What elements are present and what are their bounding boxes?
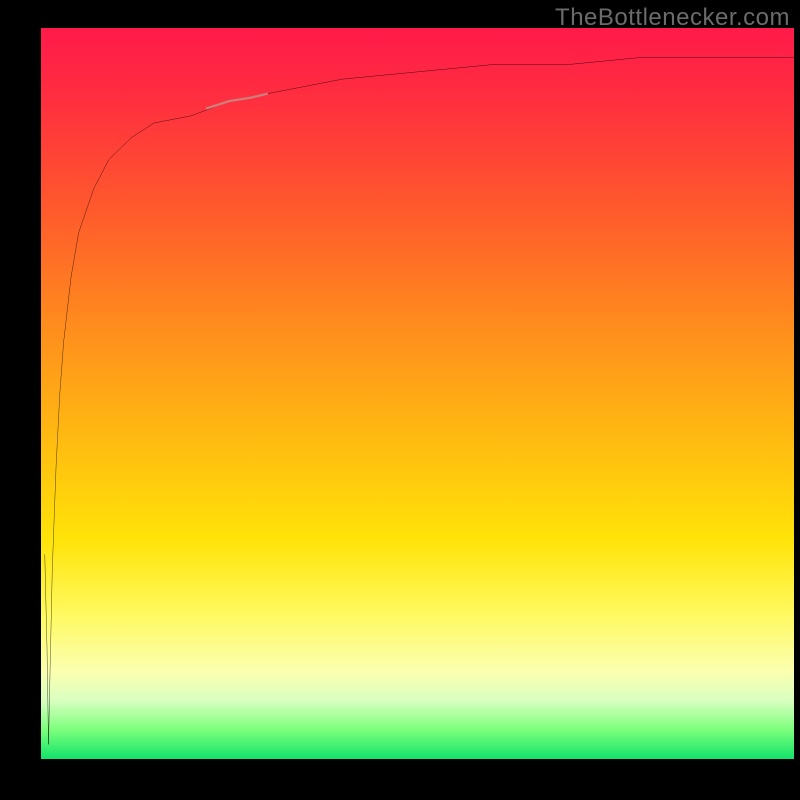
watermark-text: TheBottlenecker.com [555,4,790,32]
highlight-segment [207,94,267,109]
chart-frame: TheBottlenecker.com [0,0,800,800]
plot-area [41,28,794,759]
bottleneck-curve [45,57,794,744]
curve-svg [41,28,794,759]
